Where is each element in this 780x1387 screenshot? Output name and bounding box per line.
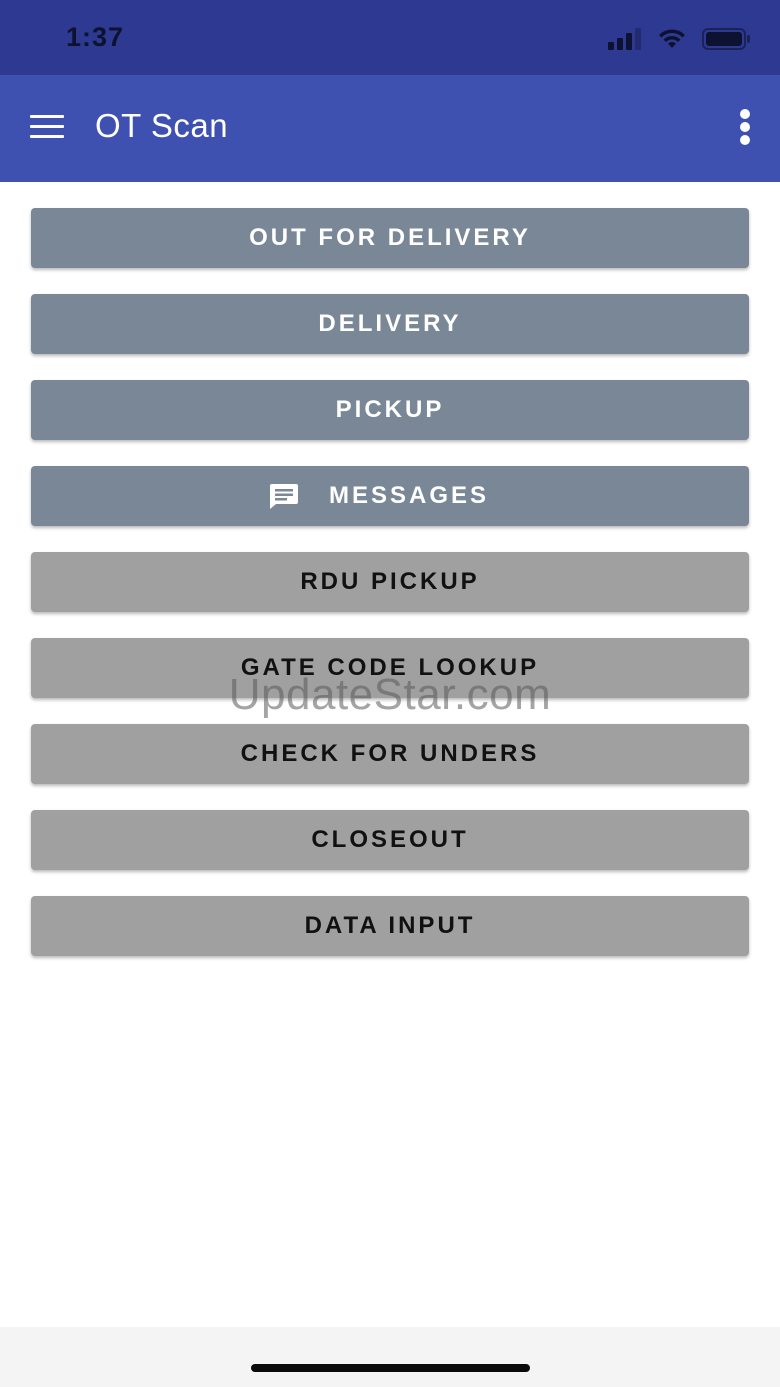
- pickup-button[interactable]: PICKUP: [31, 380, 749, 440]
- status-icons: [608, 26, 752, 52]
- gate-code-lookup-button[interactable]: GATE CODE LOOKUP: [31, 638, 749, 698]
- button-label: DATA INPUT: [304, 912, 476, 939]
- status-time: 1:37: [66, 22, 125, 52]
- message-icon: [269, 484, 298, 509]
- button-label: GATE CODE LOOKUP: [240, 654, 540, 681]
- check-for-unders-button[interactable]: CHECK FOR UNDERS: [31, 724, 749, 784]
- bottom-bar: [0, 1327, 780, 1387]
- menu-button-list: OUT FOR DELIVERY DELIVERY PICKUP MESSAGE…: [31, 208, 749, 982]
- button-label: RDU PICKUP: [300, 568, 480, 595]
- out-for-delivery-button[interactable]: OUT FOR DELIVERY: [31, 208, 749, 268]
- button-label: CHECK FOR UNDERS: [240, 740, 540, 767]
- battery-icon: [702, 28, 750, 50]
- button-label: MESSAGES: [328, 482, 490, 509]
- menu-icon[interactable]: [30, 115, 64, 139]
- signal-icon: [608, 28, 641, 50]
- button-label: PICKUP: [335, 396, 445, 423]
- app-title: OT Scan: [95, 107, 229, 144]
- button-label: DELIVERY: [318, 310, 462, 337]
- overflow-menu-icon[interactable]: [740, 109, 750, 145]
- home-indicator[interactable]: [251, 1364, 530, 1372]
- data-input-button[interactable]: DATA INPUT: [31, 896, 749, 956]
- button-label: CLOSEOUT: [311, 826, 469, 853]
- status-bar: 1:37: [0, 0, 780, 75]
- wifi-icon: [659, 29, 685, 48]
- button-label: OUT FOR DELIVERY: [249, 224, 531, 251]
- messages-button[interactable]: MESSAGES: [31, 466, 749, 526]
- delivery-button[interactable]: DELIVERY: [31, 294, 749, 354]
- app-bar: OT Scan: [0, 75, 780, 182]
- rdu-pickup-button[interactable]: RDU PICKUP: [31, 552, 749, 612]
- closeout-button[interactable]: CLOSEOUT: [31, 810, 749, 870]
